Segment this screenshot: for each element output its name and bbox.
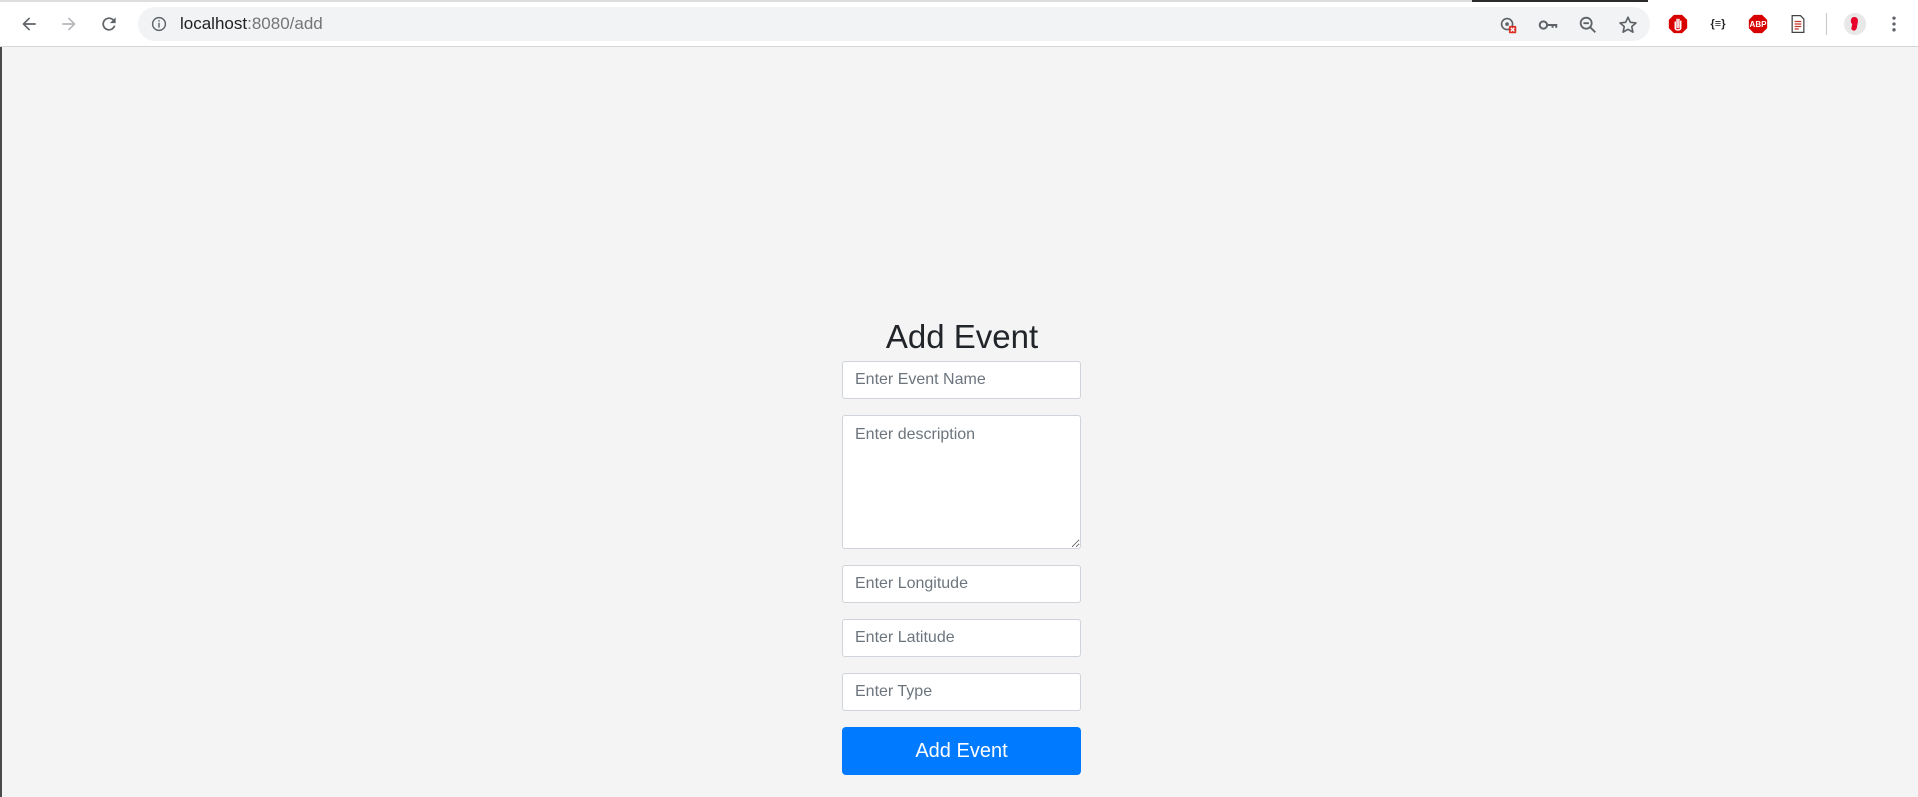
kebab-menu-icon[interactable]: [1881, 11, 1907, 37]
star-icon[interactable]: [1616, 13, 1640, 37]
browser-toolbar: localhost:8080/add {≡} ABP: [0, 0, 1918, 47]
reload-icon: [102, 17, 116, 31]
latitude-input[interactable]: [842, 619, 1081, 657]
window-left-edge: [0, 47, 2, 797]
toolbar-separator: [1826, 13, 1827, 35]
tab-strip-edge: [0, 0, 1472, 2]
key-icon[interactable]: [1536, 13, 1560, 37]
zoom-out-icon[interactable]: [1576, 13, 1600, 37]
longitude-input[interactable]: [842, 565, 1081, 603]
document-extension-icon[interactable]: [1785, 11, 1811, 37]
back-arrow-icon: [22, 17, 36, 31]
page-title: Add Event: [885, 318, 1039, 355]
stop-hand-extension-icon[interactable]: [1665, 11, 1691, 37]
blocked-content-icon[interactable]: [1496, 13, 1520, 37]
json-viewer-label: {≡}: [1710, 18, 1726, 30]
back-button[interactable]: [13, 8, 45, 40]
url-path: :8080/add: [247, 14, 323, 33]
description-textarea[interactable]: [842, 415, 1081, 549]
url-text[interactable]: localhost:8080/add: [180, 15, 323, 33]
info-icon[interactable]: [150, 15, 168, 33]
adblock-plus-extension-icon[interactable]: ABP: [1745, 11, 1771, 37]
forward-button[interactable]: [53, 8, 85, 40]
add-event-button[interactable]: Add Event: [842, 727, 1081, 775]
json-viewer-extension-icon[interactable]: {≡}: [1705, 11, 1731, 37]
tab-strip-edge-dark: [1472, 0, 1648, 2]
profile-avatar-icon[interactable]: [1842, 11, 1868, 37]
event-name-input[interactable]: [842, 361, 1081, 399]
reload-button[interactable]: [93, 8, 125, 40]
url-host: localhost: [180, 14, 248, 33]
address-bar[interactable]: localhost:8080/add: [138, 7, 1650, 41]
adblock-plus-label: ABP: [1749, 19, 1767, 29]
type-input[interactable]: [842, 673, 1081, 711]
forward-arrow-icon: [62, 17, 76, 31]
